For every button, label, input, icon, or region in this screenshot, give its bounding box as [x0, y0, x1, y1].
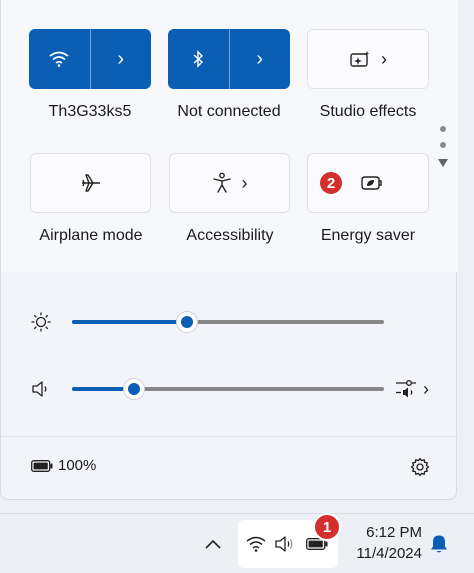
taskbar: 1 6:12 PM 11/4/2024	[0, 513, 474, 573]
airplane-icon	[81, 174, 100, 192]
volume-slider[interactable]	[72, 387, 384, 391]
airplane-mode-tile[interactable]	[30, 153, 151, 213]
bluetooth-expand-button[interactable]: ›	[228, 29, 291, 89]
wifi-expand-button[interactable]: ›	[89, 29, 152, 89]
page-dot-1[interactable]	[440, 126, 446, 132]
energy-saver-label: Energy saver	[320, 227, 416, 244]
speaker-icon[interactable]	[31, 381, 49, 397]
bell-icon[interactable]	[430, 534, 448, 554]
audio-output-button[interactable]: ›	[395, 377, 433, 401]
volume-slider-thumb[interactable]	[123, 378, 146, 400]
bluetooth-icon	[193, 50, 204, 68]
quick-settings-panel: › Th3G33ks5 › Not connected › Studio eff…	[0, 0, 458, 500]
chevron-up-icon[interactable]	[205, 539, 221, 549]
wifi-tile-label: Th3G33ks5	[48, 103, 132, 120]
gear-icon[interactable]	[410, 457, 430, 477]
audio-mixer-icon	[396, 380, 416, 398]
energy-saver-tile[interactable]: 2	[307, 153, 429, 213]
wifi-icon	[246, 536, 266, 552]
wifi-toggle[interactable]	[29, 29, 90, 89]
annotation-badge-1: 1	[313, 513, 341, 541]
accessibility-label: Accessibility	[186, 227, 274, 244]
energy-saver-icon	[361, 176, 382, 190]
studio-effects-icon	[350, 51, 370, 67]
bluetooth-tile-label: Not connected	[177, 103, 281, 120]
system-tray-button[interactable]: 1	[238, 513, 341, 568]
battery-icon	[31, 459, 53, 472]
chevron-right-icon: ›	[381, 48, 387, 69]
quick-settings-footer: 100%	[1, 436, 458, 500]
bluetooth-tile[interactable]: ›	[168, 29, 290, 89]
airplane-mode-label: Airplane mode	[39, 227, 143, 244]
caret-down-icon[interactable]	[438, 159, 448, 167]
chevron-right-icon: ›	[423, 378, 429, 399]
studio-effects-tile[interactable]: ›	[307, 29, 429, 89]
brightness-slider-fill	[72, 320, 188, 324]
chevron-right-icon: ›	[241, 172, 248, 193]
brightness-icon	[31, 312, 51, 332]
battery-percentage: 100%	[58, 457, 97, 474]
wifi-icon	[49, 51, 69, 67]
clock-time: 6:12 PM	[366, 524, 422, 541]
brightness-slider[interactable]	[72, 320, 384, 324]
battery-status[interactable]: 100%	[31, 457, 96, 474]
brightness-slider-thumb[interactable]	[176, 311, 199, 333]
annotation-badge-2: 2	[318, 170, 344, 196]
chevron-right-icon: ›	[117, 47, 125, 70]
chevron-right-icon: ›	[256, 47, 264, 70]
speaker-icon	[275, 536, 293, 552]
clock-date: 11/4/2024	[356, 545, 422, 562]
bluetooth-toggle[interactable]	[168, 29, 229, 89]
studio-effects-label: Studio effects	[319, 103, 417, 120]
page-dot-2[interactable]	[440, 142, 446, 148]
accessibility-icon	[212, 172, 231, 193]
wifi-tile[interactable]: ›	[29, 29, 151, 89]
accessibility-tile[interactable]: ›	[169, 153, 290, 213]
